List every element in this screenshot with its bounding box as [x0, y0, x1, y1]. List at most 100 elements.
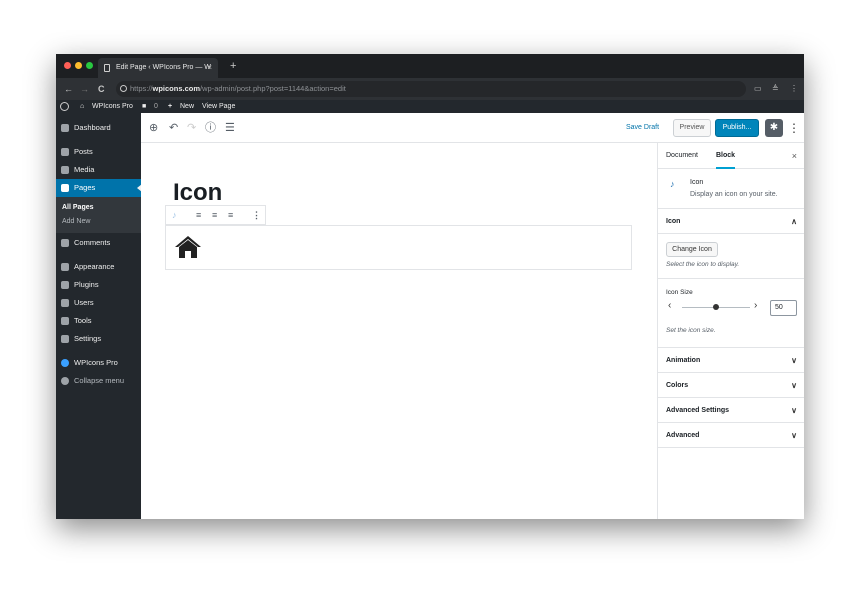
extension-icon[interactable]: ≜ [772, 78, 779, 100]
wrench-icon [61, 317, 69, 325]
outline-icon[interactable]: ☰ [225, 121, 235, 135]
tab-close-icon[interactable]: × [207, 58, 212, 78]
window-maximize-dot[interactable] [86, 62, 93, 69]
chevron-left-icon[interactable]: ‹ [668, 300, 671, 311]
browser-menu-icon[interactable]: ⋮ [790, 78, 798, 100]
browser-window: Edit Page ‹ WPIcons Pro — W × + ← → C ht… [56, 54, 804, 519]
sidebar-item-pages[interactable]: Pages [56, 179, 142, 197]
block-card-description: Display an icon on your site. [690, 191, 778, 198]
sidebar-item-tools[interactable]: Tools [56, 312, 141, 330]
wordpress-logo-icon[interactable] [60, 102, 69, 111]
admin-bar-site-name[interactable]: WPIcons Pro [92, 100, 133, 113]
tab-document[interactable]: Document [666, 143, 698, 169]
reload-icon[interactable]: C [98, 78, 105, 100]
chevron-down-icon: ∨ [791, 406, 797, 415]
block-type-icon[interactable]: ♪ [172, 206, 177, 224]
icon-panel-header[interactable]: Icon ∧ [658, 209, 804, 234]
block-card: ♪ Icon Display an icon on your site. [658, 169, 804, 209]
sidebar-collapse-menu[interactable]: Collapse menu [56, 372, 141, 390]
sidebar-item-settings[interactable]: Settings [56, 330, 141, 348]
page-title[interactable]: Icon [173, 179, 222, 207]
sidebar-item-users[interactable]: Users [56, 294, 141, 312]
align-center-icon[interactable]: ≡ [212, 206, 217, 224]
comments-count[interactable]: 0 [154, 100, 158, 113]
tab-block[interactable]: Block [716, 143, 736, 169]
home-icon: ⌂ [80, 103, 85, 110]
icon-block[interactable] [165, 225, 632, 270]
comment-icon[interactable]: ■ [142, 100, 146, 113]
new-tab-button[interactable]: + [230, 58, 236, 74]
wpicons-icon [61, 359, 69, 367]
url-bar[interactable]: https://wpicons.com/wp-admin/post.php?po… [116, 81, 746, 97]
block-card-title: Icon [690, 179, 704, 186]
sidebar-item-label: Posts [74, 147, 93, 156]
save-draft-button[interactable]: Save Draft [626, 113, 659, 143]
sidebar-item-appearance[interactable]: Appearance [56, 258, 141, 276]
icon-size-slider-thumb[interactable] [713, 304, 719, 310]
align-right-icon[interactable]: ≡ [228, 206, 233, 224]
colors-panel-header[interactable]: Colors ∨ [658, 373, 804, 398]
sidebar-item-wpicons-pro[interactable]: WPIcons Pro [56, 354, 141, 372]
publish-button[interactable]: Publish... [715, 119, 759, 137]
icon-size-label: Icon Size [666, 289, 693, 296]
settings-gear-icon[interactable]: ✱ [765, 119, 783, 137]
sidebar-item-posts[interactable]: Posts [56, 143, 141, 161]
admin-bar-new[interactable]: New [180, 100, 194, 113]
pin-icon [61, 148, 69, 156]
undo-icon[interactable]: ↶ [169, 121, 178, 135]
change-icon-button[interactable]: Change Icon [666, 242, 718, 257]
brush-icon [61, 263, 69, 271]
browser-tab-title: Edit Page ‹ WPIcons Pro — W [116, 64, 211, 71]
url-scheme: https:// [130, 84, 153, 93]
preview-button[interactable]: Preview [673, 119, 711, 137]
browser-address-row: ← → C https://wpicons.com/wp-admin/post.… [56, 78, 804, 100]
sidebar-item-comments[interactable]: Comments [56, 234, 141, 252]
icon-size-input[interactable]: 50 [770, 300, 797, 316]
plus-icon: + [168, 103, 173, 110]
info-icon[interactable]: ⓘ [205, 121, 216, 135]
block-type-icon: ♪ [670, 179, 675, 189]
close-icon[interactable]: × [792, 143, 797, 169]
submenu-add-new[interactable]: Add New [62, 215, 90, 229]
user-icon [61, 299, 69, 307]
more-options-icon[interactable]: ⋮ [788, 113, 800, 143]
advanced-panel-header[interactable]: Advanced ∨ [658, 423, 804, 448]
sidebar-item-label: Media [74, 165, 95, 174]
animation-panel-header[interactable]: Animation ∨ [658, 348, 804, 373]
sidebar-item-media[interactable]: Media [56, 161, 141, 179]
redo-icon[interactable]: ↷ [187, 121, 196, 135]
chevron-right-icon[interactable]: › [754, 300, 757, 311]
panel-title: Advanced Settings [666, 407, 730, 414]
document-icon [104, 64, 110, 72]
chevron-down-icon: ∨ [791, 381, 797, 390]
panel-title: Icon [666, 218, 681, 225]
block-more-icon[interactable]: ⋮ [252, 206, 261, 224]
window-close-dot[interactable] [64, 62, 71, 69]
back-icon[interactable]: ← [64, 78, 73, 100]
sidebar-item-label: Dashboard [74, 123, 111, 132]
forward-icon[interactable]: → [80, 78, 89, 100]
settings-sidebar: Document Block × ♪ Icon Display an icon … [657, 143, 804, 519]
submenu-all-pages[interactable]: All Pages [62, 201, 94, 215]
admin-bar-view-page[interactable]: View Page [202, 100, 235, 113]
wp-admin-bar: ⌂ WPIcons Pro ■ 0 + New View Page [56, 100, 804, 113]
panel-title: Colors [666, 382, 689, 389]
sidebar-item-label: Appearance [74, 262, 115, 271]
sidebar-item-plugins[interactable]: Plugins [56, 276, 141, 294]
sidebar-item-dashboard[interactable]: Dashboard [56, 119, 141, 137]
media-icon [61, 166, 69, 174]
chevron-up-icon: ∧ [791, 217, 797, 226]
home-icon [175, 236, 201, 258]
cast-icon[interactable]: ▭ [754, 78, 762, 100]
align-left-icon[interactable]: ≡ [196, 206, 201, 224]
editor-toolbar: ⊕ ↶ ↷ ⓘ ☰ Save Draft Preview Publish... … [141, 113, 804, 143]
editor-canvas: Icon ♪ ≡ ≡ ≡ ⋮ [141, 143, 657, 519]
advanced-settings-panel-header[interactable]: Advanced Settings ∨ [658, 398, 804, 423]
window-minimize-dot[interactable] [75, 62, 82, 69]
pages-submenu: All Pages Add New [56, 197, 141, 233]
site-info-icon[interactable] [120, 85, 127, 92]
browser-tab[interactable]: Edit Page ‹ WPIcons Pro — W × [98, 58, 218, 78]
add-block-icon[interactable]: ⊕ [149, 121, 158, 135]
collapse-icon [61, 377, 69, 385]
chevron-down-icon: ∨ [791, 431, 797, 440]
